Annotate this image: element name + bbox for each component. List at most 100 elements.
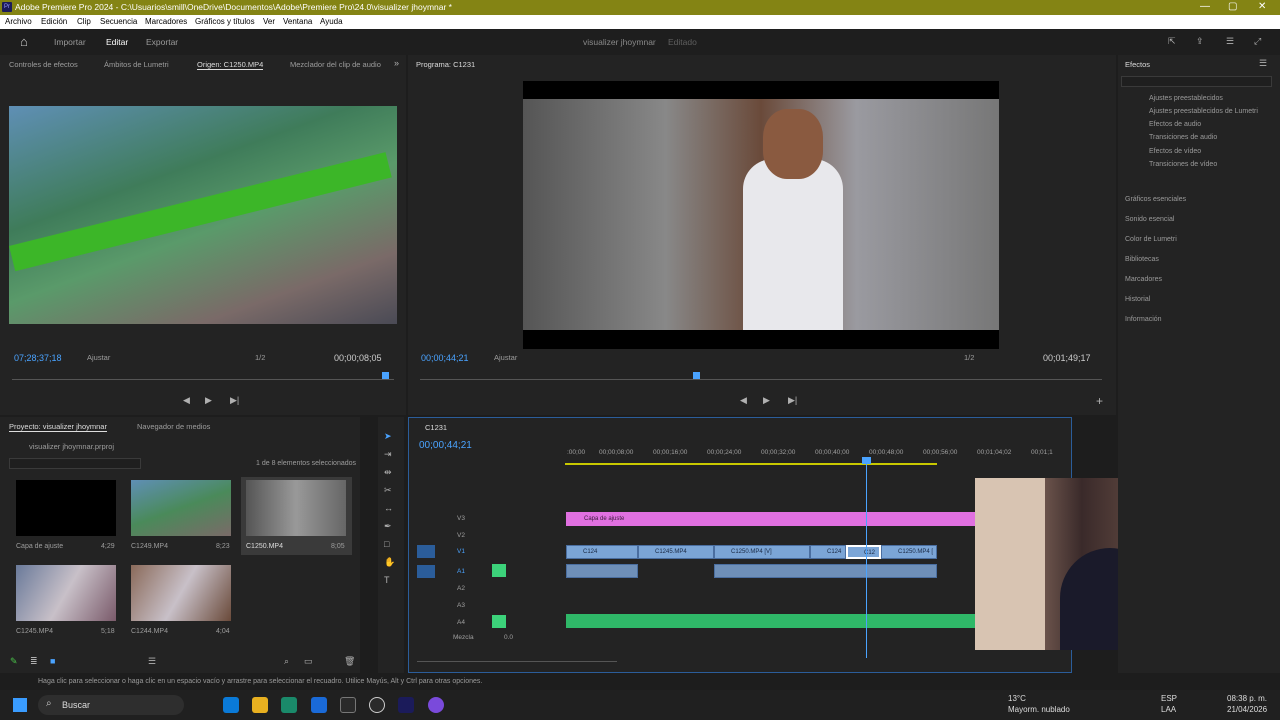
tab-importar[interactable]: Importar xyxy=(54,37,86,47)
tab-project[interactable]: Proyecto: visualizer jhoymnar xyxy=(9,422,107,432)
tab-lumetri-scopes[interactable]: Ámbitos de Lumetri xyxy=(104,60,169,69)
thumb-c1249[interactable] xyxy=(131,480,231,536)
search-icon[interactable]: ⌕ xyxy=(284,656,289,667)
menu-archivo[interactable]: Archivo xyxy=(5,17,32,26)
program-step-forward-icon[interactable]: ▶| xyxy=(788,395,797,406)
program-title[interactable]: Programa: C1231 xyxy=(416,60,475,69)
track-a3-label[interactable]: A3 xyxy=(457,602,465,609)
source-play-icon[interactable]: ▶ xyxy=(205,395,212,406)
premiere-taskbar-icon[interactable] xyxy=(398,697,414,713)
source-scrubber[interactable] xyxy=(12,379,394,380)
time-ruler[interactable]: :00;00 00;00;08;00 00;00;16;00 00;00;24;… xyxy=(565,449,1060,463)
tab-effect-controls[interactable]: Controles de efectos xyxy=(9,60,78,69)
sequence-tab[interactable]: C1231 xyxy=(425,423,447,432)
panel-essential-sound[interactable]: Sonido esencial xyxy=(1125,216,1174,223)
quick-export-icon[interactable]: ⇱ xyxy=(1168,36,1176,47)
store-icon[interactable] xyxy=(340,697,356,713)
workspaces-icon[interactable]: ☰ xyxy=(1226,36,1234,47)
type-tool-icon[interactable]: T xyxy=(384,575,390,585)
mix-value[interactable]: 0.0 xyxy=(504,634,513,641)
chatgpt-icon[interactable] xyxy=(369,697,385,713)
source-step-back-icon[interactable]: ◀ xyxy=(183,395,190,406)
more-panels-icon[interactable]: » xyxy=(394,58,399,68)
track-v1-label[interactable]: V1 xyxy=(457,548,465,555)
track-v3-label[interactable]: V3 xyxy=(457,515,465,522)
maximize-icon[interactable]: ▢ xyxy=(1228,1,1237,12)
thumb-capa[interactable] xyxy=(16,480,116,536)
program-timecode[interactable]: 00;00;44;21 xyxy=(421,353,469,363)
edge-browser-icon[interactable] xyxy=(281,697,297,713)
track-a1-label[interactable]: A1 xyxy=(457,568,465,575)
source-patch-v1[interactable] xyxy=(417,545,435,558)
panel-lumetri-color[interactable]: Color de Lumetri xyxy=(1125,236,1177,243)
music-audio-clip[interactable] xyxy=(566,614,976,628)
menu-secuencia[interactable]: Secuencia xyxy=(100,17,137,26)
menu-clip[interactable]: Clip xyxy=(77,17,91,26)
pencil-icon[interactable]: ✎ xyxy=(10,656,18,667)
razor-tool-icon[interactable]: ✂ xyxy=(384,485,392,496)
sort-icon[interactable]: ☰ xyxy=(148,656,156,667)
taskbar-search[interactable]: ⌕ Buscar xyxy=(38,695,184,715)
audio-clip[interactable] xyxy=(566,564,638,578)
audio-clip[interactable] xyxy=(714,564,937,578)
trash-icon[interactable]: 🗑 xyxy=(344,656,355,667)
thumb-c1244[interactable] xyxy=(131,565,231,621)
rectangle-tool-icon[interactable]: □ xyxy=(384,539,389,549)
effects-folder[interactable]: Transiciones de vídeo xyxy=(1149,161,1217,168)
tab-exportar[interactable]: Exportar xyxy=(146,37,178,47)
panel-history[interactable]: Historial xyxy=(1125,296,1150,303)
clip-c1250-end[interactable]: C1250.MP4 [ xyxy=(881,545,937,559)
clip-c12-selected[interactable]: C12 xyxy=(846,545,881,559)
track-a4-label[interactable]: A4 xyxy=(457,619,465,626)
panel-essential-graphics[interactable]: Gráficos esenciales xyxy=(1125,196,1186,203)
outlook-icon[interactable] xyxy=(311,697,327,713)
slip-tool-icon[interactable]: ↔ xyxy=(384,503,393,513)
home-icon[interactable]: ⌂ xyxy=(20,34,28,49)
clip-c124b[interactable]: C124 xyxy=(810,545,846,559)
work-area-bar[interactable] xyxy=(565,463,937,465)
effects-folder[interactable]: Transiciones de audio xyxy=(1149,134,1217,141)
list-view-icon[interactable]: ≣ xyxy=(30,656,38,667)
source-resolution-dropdown[interactable]: 1/2 xyxy=(255,353,265,362)
weather-temp[interactable]: 13°C xyxy=(1008,694,1026,703)
file-explorer-icon[interactable] xyxy=(252,697,268,713)
pen-tool-icon[interactable]: ✒ xyxy=(384,521,392,532)
source-step-forward-icon[interactable]: ▶| xyxy=(230,395,239,406)
source-patch-a1[interactable] xyxy=(417,565,435,578)
fullscreen-icon[interactable]: ⤢ xyxy=(1254,36,1261,47)
menu-marcadores[interactable]: Marcadores xyxy=(145,17,187,26)
effects-folder[interactable]: Efectos de audio xyxy=(1149,121,1201,128)
add-button-icon[interactable]: + xyxy=(1096,394,1103,408)
tab-audio-mixer[interactable]: Mezclador del clip de audio xyxy=(290,60,381,69)
panel-menu-icon[interactable]: ☰ xyxy=(1259,58,1267,69)
keyboard-layout[interactable]: LAA xyxy=(1161,705,1176,714)
clock-time[interactable]: 08:38 p. m. xyxy=(1227,694,1267,703)
windows-start-icon[interactable] xyxy=(13,698,27,712)
hand-tool-icon[interactable]: ✋ xyxy=(384,557,395,568)
clip-c1245[interactable]: C1245.MP4 xyxy=(638,545,714,559)
mute-a4-toggle[interactable] xyxy=(492,615,506,628)
playhead-handle[interactable] xyxy=(862,457,871,464)
edge-icon[interactable] xyxy=(223,697,239,713)
menu-graficos[interactable]: Gráficos y títulos xyxy=(195,17,255,26)
program-playhead[interactable] xyxy=(693,372,700,379)
menu-ver[interactable]: Ver xyxy=(263,17,275,26)
language-indicator[interactable]: ESP xyxy=(1161,694,1177,703)
ripple-edit-tool-icon[interactable]: ⇹ xyxy=(384,467,392,478)
program-resolution-dropdown[interactable]: 1/2 xyxy=(964,353,974,362)
clip-c124[interactable]: C124 xyxy=(566,545,638,559)
timeline-playhead[interactable] xyxy=(866,458,867,658)
program-scrubber[interactable] xyxy=(420,379,1102,380)
source-fit-dropdown[interactable]: Ajustar xyxy=(87,353,110,362)
menu-ayuda[interactable]: Ayuda xyxy=(320,17,343,26)
thumb-c1245[interactable] xyxy=(16,565,116,621)
close-icon[interactable]: ✕ xyxy=(1258,1,1266,12)
panel-libraries[interactable]: Bibliotecas xyxy=(1125,256,1159,263)
panel-info[interactable]: Información xyxy=(1125,316,1162,323)
panel-markers[interactable]: Marcadores xyxy=(1125,276,1162,283)
clock-date[interactable]: 21/04/2026 xyxy=(1227,705,1267,714)
minimize-icon[interactable]: — xyxy=(1200,1,1210,12)
program-fit-dropdown[interactable]: Ajustar xyxy=(494,353,517,362)
menu-edicion[interactable]: Edición xyxy=(41,17,67,26)
adjustment-layer-clip[interactable]: Capa de ajuste xyxy=(566,512,976,526)
